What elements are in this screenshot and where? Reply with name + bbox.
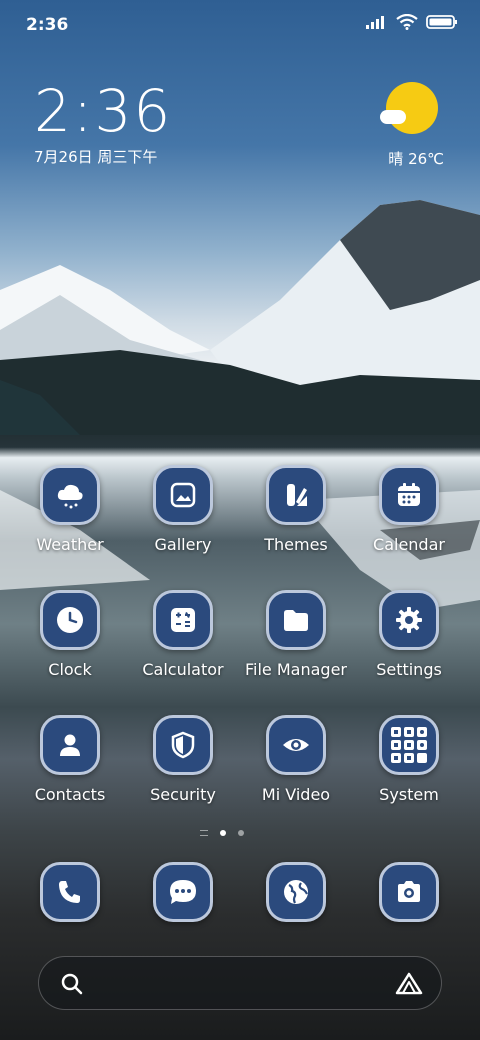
app-system-folder[interactable]: System — [353, 715, 465, 804]
eye-icon — [266, 715, 326, 775]
app-weather[interactable]: Weather — [14, 465, 126, 554]
app-label: System — [379, 785, 439, 804]
widget-date: 7月26日 周三下午 — [34, 148, 158, 166]
app-security[interactable]: Security — [127, 715, 239, 804]
messages-icon — [170, 880, 196, 904]
app-label: Security — [150, 785, 216, 804]
status-icons — [366, 14, 458, 30]
app-label: Calculator — [142, 660, 224, 679]
app-settings[interactable]: Settings — [353, 590, 465, 679]
app-themes[interactable]: Themes — [240, 465, 352, 554]
app-label: Weather — [36, 535, 104, 554]
page-indicator[interactable] — [200, 830, 244, 836]
app-label: Settings — [376, 660, 442, 679]
dock-camera[interactable] — [379, 862, 439, 922]
app-label: Gallery — [154, 535, 212, 554]
app-label: Contacts — [34, 785, 106, 804]
gear-icon — [379, 590, 439, 650]
browser-icon — [284, 880, 308, 904]
wifi-icon — [396, 14, 418, 30]
app-gallery[interactable]: Gallery — [127, 465, 239, 554]
status-time: 2:36 — [26, 15, 69, 35]
app-label: Calendar — [373, 535, 445, 554]
page-dot-2[interactable] — [238, 830, 244, 836]
weather-text: 晴 26℃ — [388, 150, 444, 168]
phone-icon — [59, 881, 80, 903]
sunny-cloud-icon — [380, 82, 438, 136]
themes-icon — [266, 465, 326, 525]
signal-icon — [366, 16, 384, 29]
app-drawer-indicator[interactable] — [200, 830, 208, 836]
search-icon[interactable] — [60, 972, 84, 996]
page-dot-1[interactable] — [220, 830, 226, 836]
calculator-icon — [153, 590, 213, 650]
folder-icon — [266, 590, 326, 650]
assistant-icon[interactable] — [395, 972, 423, 996]
app-file-manager[interactable]: File Manager — [240, 590, 352, 679]
dock-messages[interactable] — [153, 862, 213, 922]
search-bar[interactable] — [38, 956, 442, 1010]
clock-widget[interactable]: 2:36 7月26日 周三下午 — [34, 80, 172, 167]
app-label: File Manager — [245, 660, 347, 679]
app-calculator[interactable]: Calculator — [127, 590, 239, 679]
shield-icon — [153, 715, 213, 775]
dock-browser[interactable] — [266, 862, 326, 922]
weather-icon — [40, 465, 100, 525]
app-mi-video[interactable]: Mi Video — [240, 715, 352, 804]
app-label: Themes — [264, 535, 328, 554]
clock-icon — [40, 590, 100, 650]
camera-icon — [398, 881, 420, 902]
status-bar: 2:36 — [0, 0, 480, 50]
widget-time: 2:36 — [34, 77, 173, 145]
person-icon — [40, 715, 100, 775]
app-clock[interactable]: Clock — [14, 590, 126, 679]
battery-icon — [426, 15, 457, 29]
weather-widget[interactable]: 晴 26℃ — [364, 82, 444, 169]
folder-grid-icon — [379, 715, 439, 775]
app-label: Mi Video — [261, 785, 331, 804]
calendar-icon — [379, 465, 439, 525]
app-calendar[interactable]: Calendar — [353, 465, 465, 554]
gallery-icon — [153, 465, 213, 525]
app-label: Clock — [48, 660, 92, 679]
dock-phone[interactable] — [40, 862, 100, 922]
app-contacts[interactable]: Contacts — [14, 715, 126, 804]
mountain-wallpaper — [0, 200, 480, 435]
